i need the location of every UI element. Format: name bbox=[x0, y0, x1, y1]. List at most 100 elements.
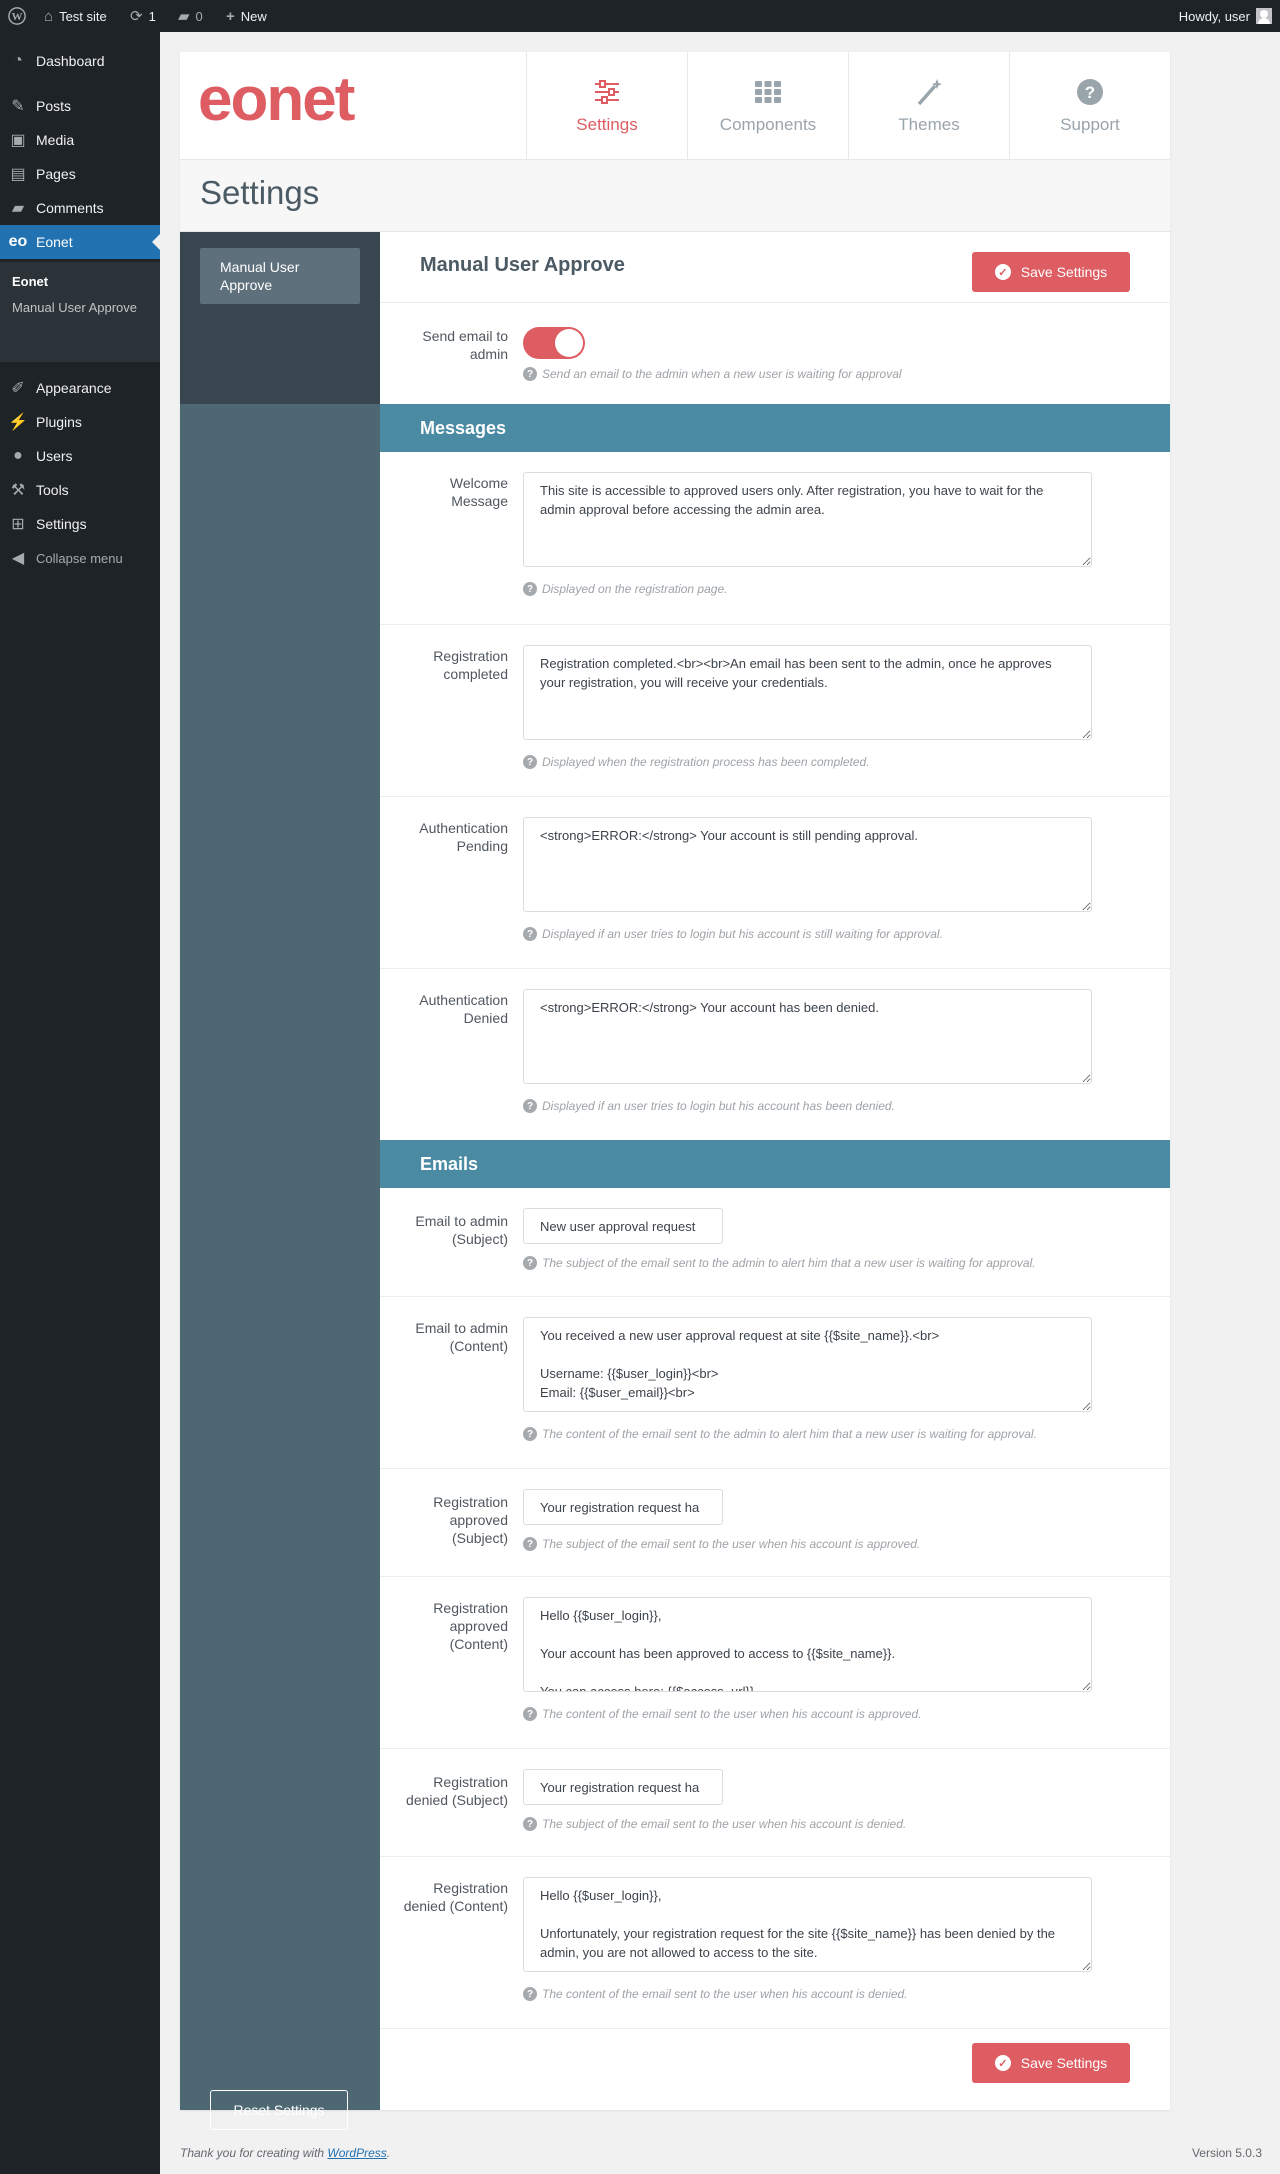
check-icon: ✓ bbox=[994, 264, 1011, 280]
updates-count: 1 bbox=[148, 8, 156, 24]
home-icon: ⌂ bbox=[44, 7, 54, 25]
updates-link[interactable]: ⟳ 1 bbox=[130, 0, 156, 32]
new-content-link[interactable]: + New bbox=[226, 0, 267, 32]
help-text: The content of the email sent to the use… bbox=[542, 1707, 922, 1721]
toggle-knob bbox=[555, 329, 583, 357]
sliders-icon bbox=[595, 80, 619, 104]
help-icon: ? bbox=[523, 1099, 537, 1113]
grid-icon bbox=[755, 81, 781, 103]
send-email-toggle[interactable] bbox=[523, 327, 585, 359]
comments-link[interactable]: ▰ 0 bbox=[178, 0, 203, 32]
media-icon: ▣ bbox=[10, 132, 26, 149]
admin-bar: W ⌂ Test site ⟳ 1 ▰ 0 + New Howdy, user bbox=[0, 0, 1280, 32]
email-row: Email to admin (Content) You received a … bbox=[380, 1296, 1170, 1468]
subtab-manual-user-approve[interactable]: Manual User Approve bbox=[200, 248, 360, 304]
sidebar-item-plugins[interactable]: ⚡ Plugins bbox=[0, 405, 160, 439]
svg-text:W: W bbox=[12, 11, 23, 23]
sidebar-item-dashboard[interactable]: ◔ Dashboard bbox=[0, 44, 160, 78]
tab-label: Themes bbox=[898, 115, 960, 134]
help-text: Displayed if an user tries to login but … bbox=[542, 1099, 895, 1113]
eonet-submenu: Eonet Manual User Approve bbox=[0, 262, 160, 362]
help-icon: ? bbox=[523, 582, 537, 596]
sidebar-item-label: Posts bbox=[36, 98, 72, 114]
authentication-pending-textarea[interactable]: <strong>ERROR:</strong> Your account is … bbox=[523, 817, 1092, 912]
collapse-icon: ◀ bbox=[11, 550, 25, 567]
eonet-logo: eonet bbox=[198, 65, 355, 134]
email-admin-subject-input[interactable] bbox=[523, 1208, 723, 1244]
help-text: The subject of the email sent to the use… bbox=[542, 1537, 921, 1551]
settings-left-column: Manual User Approve Reset Settings bbox=[180, 232, 380, 2130]
field-label: Welcome Message bbox=[449, 475, 508, 509]
field-help: ? The content of the email sent to the us… bbox=[523, 1987, 908, 2001]
registration-approved-content-textarea[interactable]: Hello {{$user_login}}, Your account has … bbox=[523, 1597, 1092, 1692]
help-text: The subject of the email sent to the adm… bbox=[542, 1256, 1036, 1270]
form-footer: ✓ Save Settings bbox=[380, 2028, 1170, 2110]
sidebar-item-tools[interactable]: ⚒ Tools bbox=[0, 473, 160, 507]
help-text: Send an email to the admin when a new us… bbox=[542, 367, 902, 381]
field-help: ? The subject of the email sent to the ad… bbox=[523, 1256, 1036, 1270]
footer-version: Version 5.0.3 bbox=[1191, 2146, 1262, 2160]
help-icon: ? bbox=[523, 1707, 537, 1721]
messages-heading: Messages bbox=[380, 404, 1170, 452]
message-row: Authentication Denied <strong>ERROR:</st… bbox=[380, 968, 1170, 1140]
help-icon: ? bbox=[523, 755, 537, 769]
new-label: New bbox=[240, 8, 267, 24]
settings-icon: ⊞ bbox=[11, 516, 25, 533]
email-admin-content-textarea[interactable]: You received a new user approval request… bbox=[523, 1317, 1092, 1412]
registration-denied-subject-input[interactable] bbox=[523, 1769, 723, 1805]
page-title-bar: Settings bbox=[180, 160, 1170, 232]
sidebar-item-label: Dashboard bbox=[36, 53, 105, 69]
sidebar-item-settings[interactable]: ⊞ Settings bbox=[0, 507, 160, 541]
sidebar-item-posts[interactable]: ✎ Posts bbox=[0, 89, 160, 123]
sidebar-item-pages[interactable]: ▤ Pages bbox=[0, 157, 160, 191]
field-label: Registration approved (Content) bbox=[433, 1600, 508, 1652]
field-help: ? The content of the email sent to the us… bbox=[523, 1707, 922, 1721]
sidebar-item-users[interactable]: ● Users bbox=[0, 439, 160, 473]
user-icon: ● bbox=[13, 447, 23, 464]
save-settings-button-top[interactable]: ✓ Save Settings bbox=[972, 252, 1130, 292]
field-help: ? Displayed if an user tries to login but… bbox=[523, 1099, 895, 1113]
email-row: Registration approved (Subject) ? The sub… bbox=[380, 1468, 1170, 1576]
email-row: Registration approved (Content) Hello {{… bbox=[380, 1576, 1170, 1748]
sidebar-item-media[interactable]: ▣ Media bbox=[0, 123, 160, 157]
field-label: Email to admin (Content) bbox=[415, 1320, 508, 1354]
sidebar-item-comments[interactable]: ▰ Comments bbox=[0, 191, 160, 225]
wordpress-logo-icon[interactable]: W bbox=[8, 0, 26, 32]
sidebar-item-appearance[interactable]: ✐ Appearance bbox=[0, 371, 160, 405]
sidebar-item-eonet[interactable]: eo Eonet bbox=[0, 225, 160, 259]
collapse-menu-button[interactable]: ◀ Collapse menu bbox=[0, 541, 160, 575]
wordpress-link[interactable]: WordPress bbox=[327, 2146, 386, 2160]
help-text: Displayed on the registration page. bbox=[542, 582, 728, 596]
tab-themes[interactable]: Themes bbox=[848, 52, 1009, 160]
tab-settings[interactable]: Settings bbox=[526, 52, 687, 160]
tab-components[interactable]: Components bbox=[687, 52, 848, 160]
field-label: Authentication Denied bbox=[419, 992, 508, 1026]
submenu-item-manual-user-approve[interactable]: Manual User Approve bbox=[12, 300, 137, 315]
message-row: Welcome Message This site is accessible … bbox=[380, 452, 1170, 624]
eonet-icon: eo bbox=[8, 233, 28, 250]
authentication-denied-textarea[interactable]: <strong>ERROR:</strong> Your account has… bbox=[523, 989, 1092, 1084]
registration-approved-subject-input[interactable] bbox=[523, 1489, 723, 1525]
registration-denied-content-textarea[interactable]: Hello {{$user_login}}, Unfortunately, yo… bbox=[523, 1877, 1092, 1972]
dashboard-icon: ◔ bbox=[13, 52, 23, 69]
magic-wand-icon bbox=[917, 79, 942, 106]
save-settings-button-bottom[interactable]: ✓ Save Settings bbox=[972, 2043, 1130, 2083]
welcome-message-textarea[interactable]: This site is accessible to approved user… bbox=[523, 472, 1092, 567]
submenu-item-eonet[interactable]: Eonet bbox=[12, 274, 48, 289]
eonet-settings-panel: eonet Settings Components Themes ? Suppo… bbox=[180, 52, 1170, 2130]
eonet-top-nav: eonet Settings Components Themes ? Suppo… bbox=[180, 52, 1170, 160]
registration-completed-textarea[interactable]: Registration completed.<br><br>An email … bbox=[523, 645, 1092, 740]
field-label: Registration denied (Content) bbox=[403, 1880, 508, 1914]
plus-icon: + bbox=[226, 7, 235, 25]
field-help: ? Displayed when the registration process… bbox=[523, 755, 870, 769]
reset-settings-button[interactable]: Reset Settings bbox=[210, 2090, 348, 2130]
avatar bbox=[1256, 8, 1272, 24]
email-row: Registration denied (Subject) ? The subje… bbox=[380, 1748, 1170, 1856]
help-text: Displayed when the registration process … bbox=[542, 755, 870, 769]
email-row: Email to admin (Subject) ? The subject of… bbox=[380, 1188, 1170, 1296]
tab-support[interactable]: ? Support bbox=[1009, 52, 1170, 160]
my-account-link[interactable]: Howdy, user bbox=[1179, 0, 1272, 32]
site-name-link[interactable]: ⌂ Test site bbox=[44, 0, 107, 32]
brush-icon: ✐ bbox=[11, 380, 25, 397]
sidebar-item-label: Plugins bbox=[36, 414, 82, 430]
